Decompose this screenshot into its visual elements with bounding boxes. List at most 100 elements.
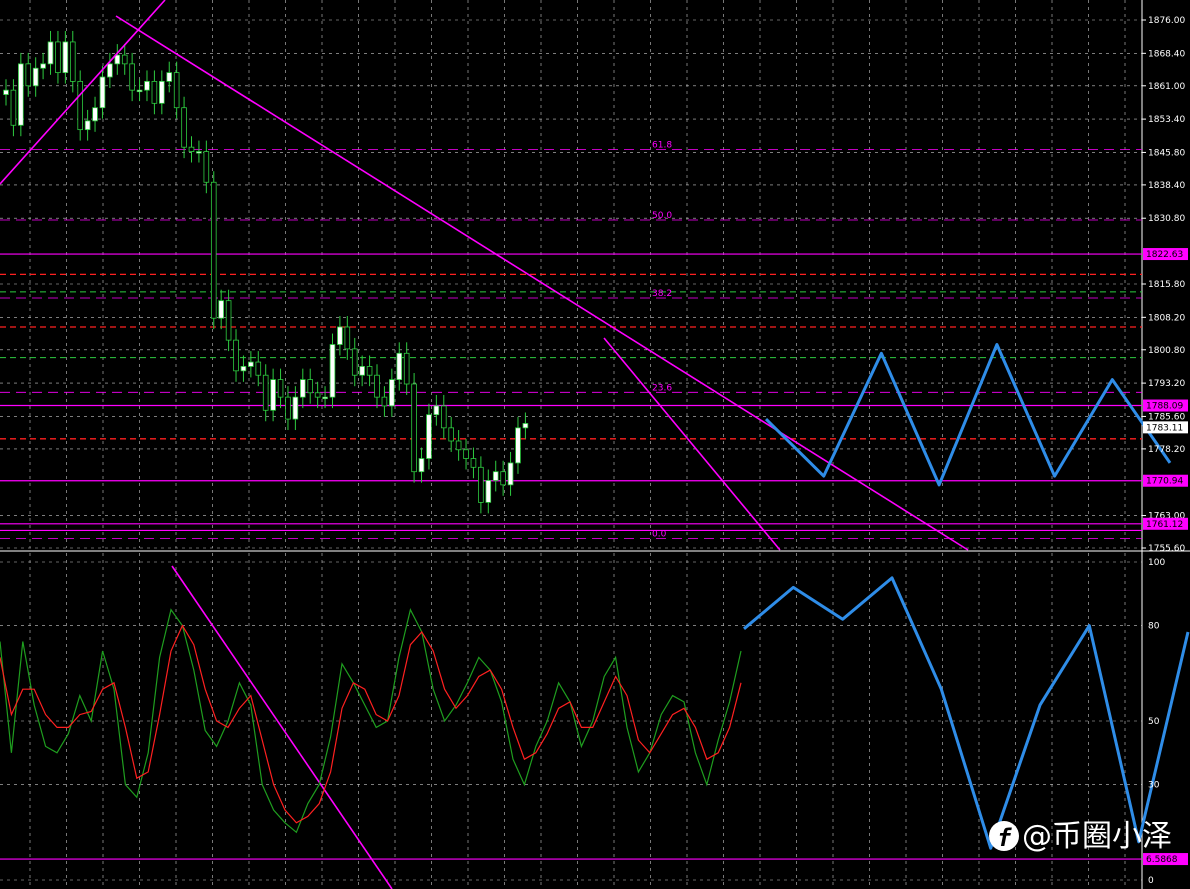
level-tag-label: 1761.12	[1146, 520, 1183, 530]
candle-body	[62, 41, 69, 74]
candle-body	[240, 366, 247, 372]
candle-body	[418, 458, 425, 473]
candle-body	[277, 379, 284, 398]
candle-body	[389, 379, 395, 407]
candle-body	[478, 466, 484, 503]
y-tick-label: 1845.80	[1148, 148, 1185, 158]
y-tick-label: 1838.40	[1148, 181, 1185, 191]
candle-body	[173, 72, 180, 109]
candle-body	[359, 366, 365, 376]
candle-body	[47, 41, 54, 65]
candle-body	[25, 63, 32, 87]
candle-body	[322, 396, 328, 400]
candle-body	[314, 392, 321, 398]
candle-body	[18, 63, 24, 126]
candle-body	[129, 63, 135, 91]
candle-body	[299, 379, 306, 398]
y-tick-label: 1853.40	[1148, 115, 1185, 125]
candle-body	[10, 89, 17, 126]
y-tick-label: 1861.00	[1148, 82, 1185, 92]
fib-level-label: 23.6	[652, 383, 672, 393]
candle-body	[381, 396, 388, 407]
candle-body	[515, 427, 521, 464]
fib-level-label: 50.0	[652, 211, 672, 221]
candle-body	[32, 67, 39, 87]
candle-body	[270, 379, 276, 411]
candle-body	[403, 352, 410, 385]
current-price-label: 1783.11	[1146, 423, 1183, 433]
candle-body	[337, 326, 343, 345]
candle-body	[463, 449, 469, 459]
y-tick-label: 1778.20	[1148, 445, 1185, 455]
candle-body	[374, 374, 380, 398]
candle-body	[136, 89, 143, 93]
candle-body	[99, 76, 106, 109]
candle-body	[114, 54, 121, 65]
candle-body	[248, 361, 254, 367]
candle-body	[218, 300, 224, 319]
candle-body	[522, 423, 529, 429]
y-tick-label: 1876.00	[1148, 16, 1185, 26]
candle-body	[440, 405, 447, 429]
candle-body	[329, 344, 336, 398]
stoch-y-tick-label: 100	[1148, 558, 1165, 568]
candle-body	[292, 396, 299, 420]
candle-body	[3, 89, 9, 95]
candle-body	[151, 80, 158, 104]
candle-body	[188, 146, 195, 152]
candle-body	[366, 366, 373, 376]
candle-body	[396, 352, 403, 381]
stoch-y-tick-label: 0	[1148, 876, 1154, 886]
candle-body	[181, 107, 187, 148]
candle-body	[485, 480, 492, 503]
fib-level-label: 38.2	[652, 289, 672, 299]
candle-body	[255, 361, 262, 376]
candle-body	[225, 300, 232, 341]
candle-body	[262, 374, 269, 411]
fib-level-label: 61.8	[652, 140, 672, 150]
candle-body	[159, 80, 165, 104]
candle-body	[55, 41, 61, 74]
candle-body	[507, 462, 514, 486]
candle-body	[166, 72, 173, 82]
candle-body	[455, 440, 462, 451]
candle-body	[411, 383, 417, 473]
candle-body	[426, 414, 432, 459]
y-tick-label: 1793.20	[1148, 379, 1185, 389]
y-tick-label: 1808.20	[1148, 313, 1185, 323]
candle-body	[92, 107, 98, 122]
watermark-text: @币圈小泽	[1022, 819, 1172, 854]
candle-body	[69, 41, 76, 82]
y-tick-label: 1800.80	[1148, 346, 1185, 356]
candle-body	[433, 405, 440, 416]
candle-body	[470, 458, 477, 468]
level-tag-label: 1788.09	[1146, 402, 1183, 412]
candle-body	[77, 80, 84, 131]
candle-body	[121, 54, 128, 65]
candle-body	[84, 120, 91, 131]
candle-body	[307, 379, 314, 394]
candle-body	[210, 181, 217, 319]
candle-body	[500, 471, 506, 486]
y-tick-label: 1785.60	[1148, 412, 1185, 422]
candle-body	[344, 326, 351, 350]
level-tag-label: 1770.94	[1146, 477, 1183, 487]
y-tick-label: 1868.40	[1148, 49, 1185, 59]
candle-body	[285, 396, 291, 420]
candle-body	[448, 427, 454, 442]
f-logo-letter: f	[997, 824, 1012, 852]
candle-body	[196, 151, 202, 154]
candle-body	[144, 80, 150, 91]
level-tag-label: 1822.63	[1146, 250, 1183, 260]
stoch-y-tick-label: 50	[1148, 717, 1160, 727]
candle-body	[492, 471, 499, 481]
stoch-y-tick-label: 30	[1148, 781, 1160, 791]
candle-body	[351, 348, 358, 376]
y-tick-label: 1755.60	[1148, 544, 1185, 554]
candle-body	[233, 339, 239, 372]
y-tick-label: 1830.80	[1148, 214, 1185, 224]
stoch-level-tag-label: 6.5868	[1146, 855, 1178, 865]
candle-body	[40, 63, 46, 69]
chart-background	[0, 0, 1190, 889]
stoch-y-tick-label: 80	[1148, 622, 1160, 632]
